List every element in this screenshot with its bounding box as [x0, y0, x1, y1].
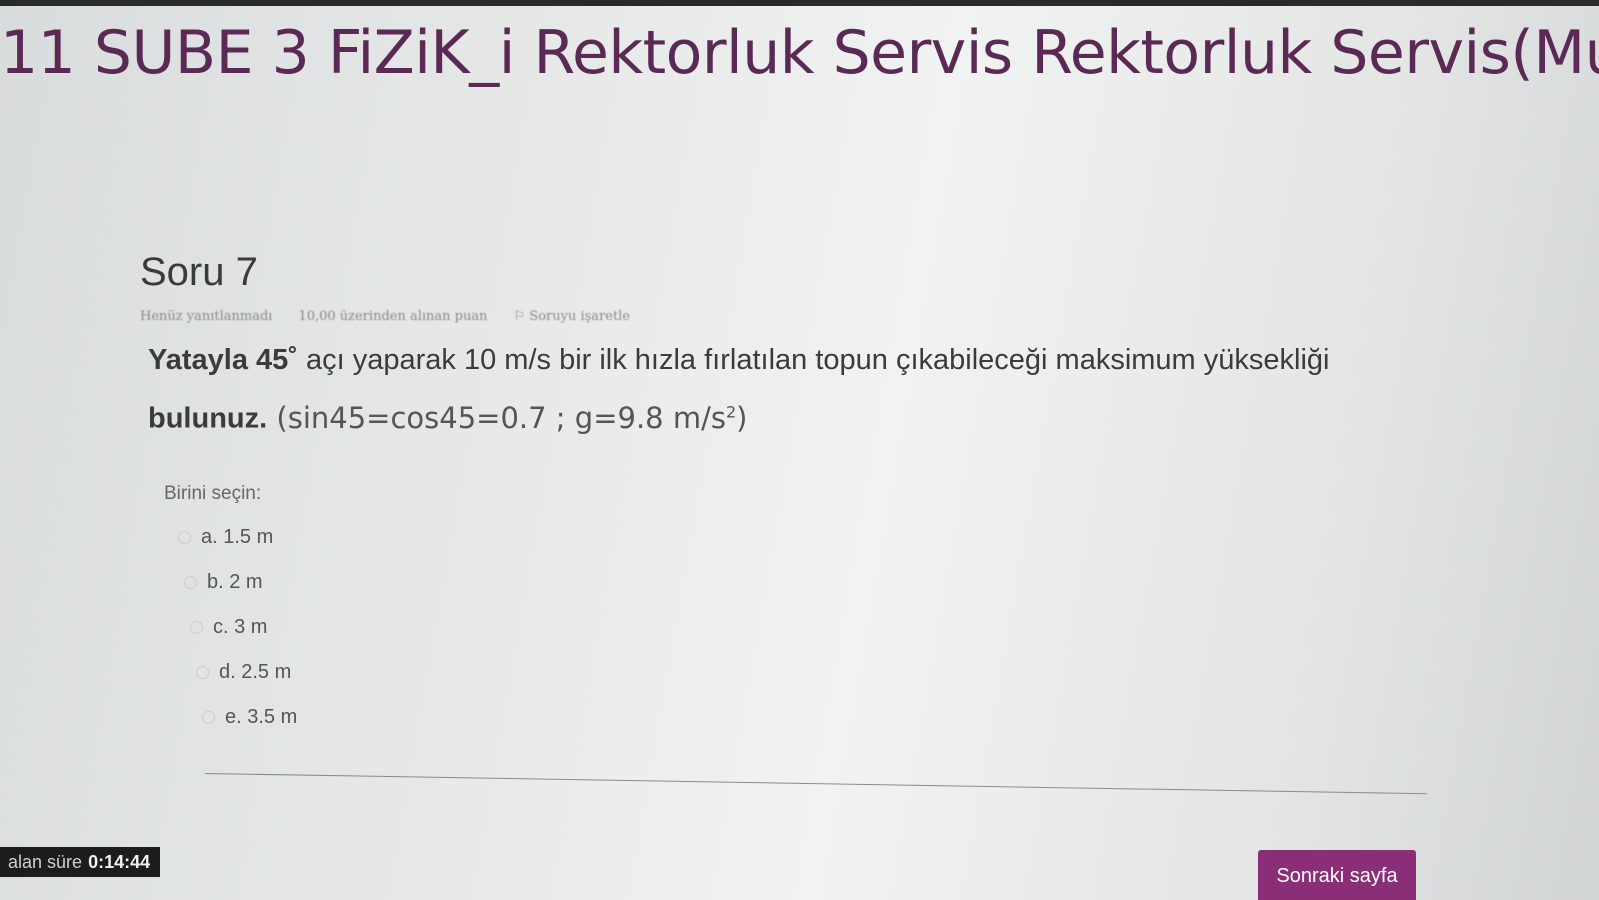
question-text: Yatayla 45˚ açı yaparak 10 m/s bir ilk h… — [148, 334, 1460, 445]
formula-text: (sin45=cos45=0.7 ; g=9.8 m/s — [267, 400, 726, 435]
divider — [204, 773, 1427, 795]
answer-options: a. 1.5 m b. 2 m c. 3 m d. 2.5 m e. 3.5 m — [140, 515, 1460, 740]
answer-option-d[interactable]: d. 2.5 m — [196, 650, 1460, 695]
course-title: 11 SUBE 3 FiZiK_i Rektorluk Servis Rekto… — [0, 18, 1599, 88]
answer-option-b[interactable]: b. 2 m — [184, 560, 1460, 605]
formula-close: ) — [736, 400, 748, 435]
radio-icon[interactable] — [196, 665, 209, 679]
top-bar — [0, 0, 1599, 6]
question-number: Soru 7 — [140, 250, 258, 294]
question-points: 10,00 üzerinden alınan puan — [298, 309, 488, 324]
option-label: e. 3.5 m — [225, 705, 298, 728]
question-formula: (sin45=cos45=0.7 ; g=9.8 m/s2) — [267, 401, 747, 435]
answer-option-e[interactable]: e. 3.5 m — [202, 695, 1460, 740]
option-label: c. 3 m — [213, 615, 268, 638]
question-text-line2: bulunuz. — [148, 402, 268, 435]
formula-exponent: 2 — [725, 402, 737, 421]
option-label: d. 2.5 m — [219, 660, 292, 683]
flag-icon: ⚐ — [513, 309, 530, 324]
question-text-main: açı yaparak 10 m/s bir ilk hızla fırlatı… — [297, 344, 1330, 376]
question-container: Soru 7 Henüz yanıtlanmadı 10,00 üzerinde… — [140, 250, 1460, 740]
option-label: b. 2 m — [207, 570, 263, 593]
radio-icon[interactable] — [190, 620, 203, 634]
question-status: Henüz yanıtlanmadı — [140, 309, 273, 324]
next-page-button[interactable]: Sonraki sayfa — [1258, 850, 1416, 900]
answer-option-a[interactable]: a. 1.5 m — [178, 515, 1460, 560]
flag-question-link[interactable]: ⚐ Soruyu işaretle — [514, 309, 631, 324]
timer-value: 0:14:44 — [88, 852, 151, 872]
radio-icon[interactable] — [178, 530, 191, 544]
choose-prompt: Birini seçin: — [164, 482, 262, 504]
question-text-bold: Yatayla 45˚ — [148, 344, 298, 376]
radio-icon[interactable] — [202, 710, 215, 724]
timer-label: alan süre — [8, 852, 83, 872]
radio-icon[interactable] — [184, 575, 197, 589]
question-info: Henüz yanıtlanmadı 10,00 üzerinden alına… — [140, 309, 1460, 324]
flag-label: Soruyu işaretle — [529, 309, 631, 324]
option-label: a. 1.5 m — [201, 525, 274, 548]
answer-option-c[interactable]: c. 3 m — [190, 605, 1460, 650]
timer: alan süre 0:14:44 — [0, 847, 161, 877]
